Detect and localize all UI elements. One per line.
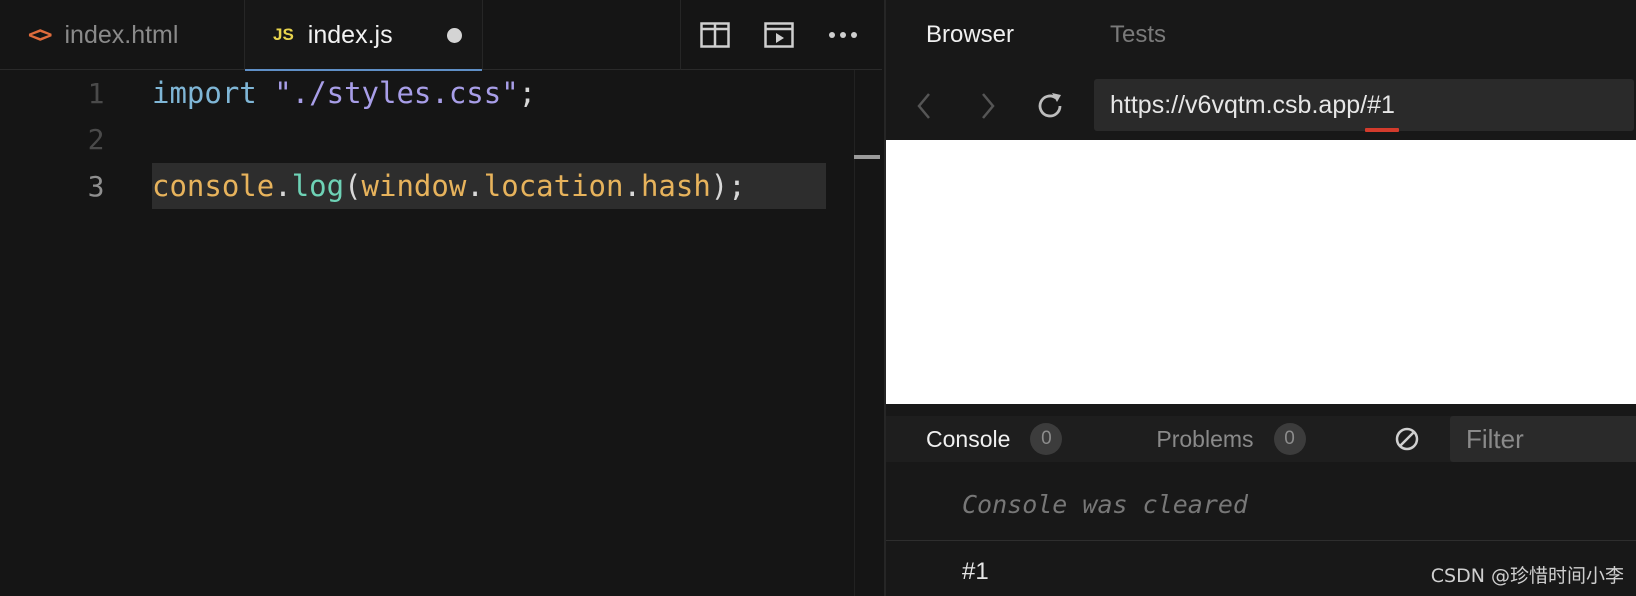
refresh-button[interactable] — [1030, 86, 1070, 126]
editor-tab-bar: <> index.html JS index.js — [0, 0, 882, 71]
code-token: log — [291, 169, 345, 203]
browser-nav-bar: https://v6vqtm.csb.app/#1 — [886, 76, 1636, 134]
console-toolbar: Console 0 Problems 0 Filter — [886, 416, 1636, 462]
more-actions-button[interactable] — [811, 0, 875, 70]
line-number: 2 — [87, 122, 105, 156]
problems-tab-label: Problems — [1156, 425, 1254, 452]
tab-tests[interactable]: Tests — [1110, 21, 1166, 49]
watermark-text: CSDN @珍惜时间小李 — [1430, 565, 1624, 587]
code-token: . — [623, 169, 641, 203]
code-token: ( — [344, 169, 362, 203]
code-line[interactable]: 3 console. log(window. location. hash); — [0, 163, 882, 209]
code-token: ; — [518, 76, 537, 110]
browser-panel: Browser Tests https://v6vqtm.csb.app/#1 … — [884, 0, 1636, 596]
code-content: import "./styles.css"; — [152, 70, 616, 116]
split-editor-icon — [700, 22, 730, 48]
code-token: . — [466, 169, 484, 203]
browser-viewport[interactable] — [886, 140, 1636, 404]
code-token: . — [274, 169, 292, 203]
open-preview-button[interactable] — [747, 0, 811, 70]
tab-problems[interactable]: Problems 0 — [1156, 423, 1306, 455]
code-content — [152, 116, 232, 162]
code-token: ); — [710, 169, 746, 203]
scrollbar-marker[interactable] — [854, 155, 880, 159]
back-button[interactable] — [904, 86, 944, 126]
console-tab-label: Console — [926, 425, 1011, 452]
clear-console-icon — [1395, 427, 1418, 451]
html-code-icon: <> — [28, 22, 52, 48]
tab-index-js[interactable]: JS index.js — [245, 0, 483, 71]
code-token: hash — [640, 169, 711, 203]
unsaved-changes-dot-icon[interactable] — [447, 28, 462, 43]
code-token: import — [152, 76, 257, 110]
browser-tab-bar: Browser Tests — [886, 0, 1636, 70]
code-token: window — [361, 169, 467, 203]
url-base: https://v6vqtm.csb.app/ — [1110, 90, 1368, 119]
js-file-icon: JS — [273, 25, 294, 44]
console-filter-input[interactable]: Filter — [1450, 416, 1636, 462]
forward-button[interactable] — [968, 86, 1008, 126]
tab-index-html[interactable]: <> index.html — [0, 0, 245, 70]
tab-console[interactable]: Console 0 — [926, 423, 1063, 455]
console-cleared-message: Console was cleared — [962, 490, 1248, 519]
console-separator — [886, 540, 1636, 541]
console-count-badge: 0 — [1030, 423, 1063, 455]
split-editor-button[interactable] — [683, 0, 747, 70]
editor-actions — [680, 0, 882, 70]
url-hash: #1 — [1365, 90, 1399, 132]
url-input[interactable]: https://v6vqtm.csb.app/#1 — [1094, 79, 1634, 132]
clear-console-button[interactable] — [1392, 424, 1422, 454]
tab-label: index.js — [307, 20, 393, 49]
code-editor: <> index.html JS index.js 1 import "./st… — [0, 0, 882, 596]
code-line[interactable]: 2 — [0, 116, 882, 162]
line-number: 3 — [87, 169, 105, 203]
code-area[interactable]: 1 import "./styles.css"; 2 3 console. log(win… — [0, 70, 882, 596]
code-content: console. log(window. location. hash); — [152, 163, 826, 209]
chevron-left-icon — [917, 93, 930, 119]
minimap-divider — [854, 70, 855, 596]
problems-count-badge: 0 — [1273, 423, 1306, 455]
tab-browser[interactable]: Browser — [926, 21, 1014, 49]
line-number: 1 — [87, 76, 105, 110]
code-token: location — [483, 169, 624, 203]
code-token: "./styles.css" — [274, 76, 519, 110]
code-token: console — [152, 169, 275, 203]
chevron-right-icon — [982, 93, 995, 119]
open-preview-icon — [764, 22, 794, 48]
refresh-icon — [1038, 93, 1062, 118]
code-line[interactable]: 1 import "./styles.css"; — [0, 70, 882, 116]
tab-label: index.html — [64, 20, 179, 49]
console-log-line: #1 — [962, 558, 989, 585]
more-actions-icon — [829, 32, 857, 38]
